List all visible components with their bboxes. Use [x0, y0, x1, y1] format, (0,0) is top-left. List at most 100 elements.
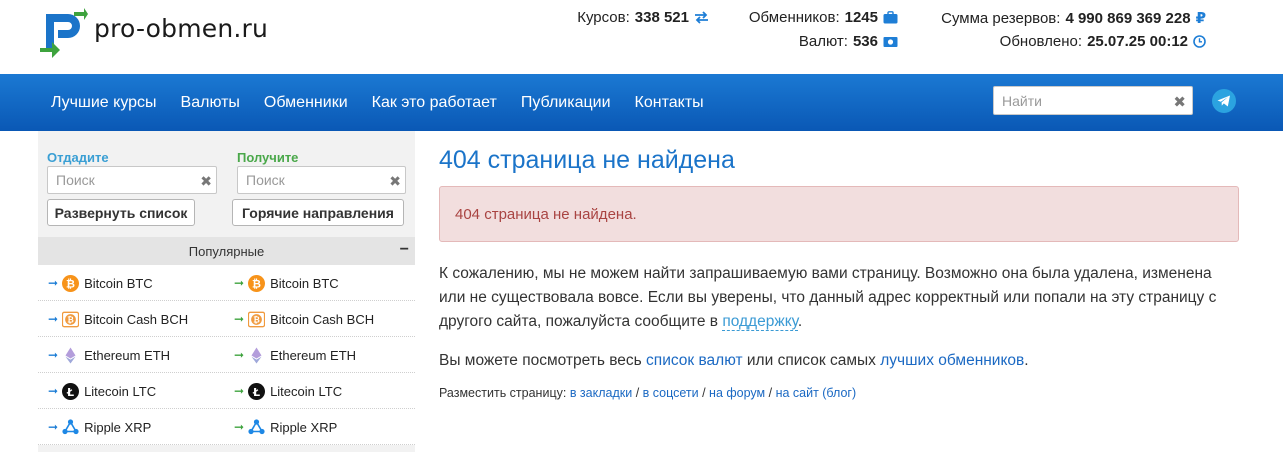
- description-text: К сожалению, мы не можем найти запрашива…: [439, 265, 1217, 330]
- suggestion-text: Вы можете посмотреть весь список валют и…: [439, 349, 1239, 373]
- site-search: ✖: [993, 86, 1193, 115]
- main-content: 404 страница не найдена 404 страница не …: [439, 131, 1239, 400]
- give-bitcoin-cash[interactable]: ➞ ₿ Bitcoin Cash BCH: [48, 301, 188, 337]
- arrow-right-icon: ➞: [48, 384, 59, 398]
- share-bookmarks-link[interactable]: в закладки: [570, 386, 632, 400]
- nav-exchangers[interactable]: Обменники: [264, 94, 348, 112]
- litecoin-icon: Ł: [62, 382, 80, 400]
- site-search-input[interactable]: [994, 92, 1164, 109]
- arrow-right-icon: ➞: [234, 420, 245, 434]
- currencies-stat: Валют: 536: [799, 33, 898, 50]
- reserves-value: 4 990 869 369 228: [1065, 9, 1191, 27]
- description-end: .: [797, 313, 803, 330]
- give-litecoin[interactable]: ➞ Ł Litecoin LTC: [48, 373, 156, 409]
- coin-name: Ethereum ETH: [84, 347, 171, 363]
- site-logo[interactable]: pro-obmen.ru: [38, 8, 268, 58]
- ethereum-icon: [62, 347, 79, 364]
- share-separator: /: [698, 386, 710, 400]
- updated-value: 25.07.25 00:12: [1087, 33, 1188, 50]
- collapse-icon[interactable]: −: [400, 241, 409, 259]
- exchange-sidebar: Отдадите Получите ✖ ✖ Развернуть список …: [38, 131, 415, 452]
- arrow-right-icon: ➞: [234, 348, 245, 362]
- arrow-right-icon: ➞: [234, 276, 245, 290]
- give-bitcoin[interactable]: ➞ ₿ Bitcoin BTC: [48, 265, 153, 301]
- give-search-input[interactable]: [48, 167, 188, 193]
- nav-how-it-works[interactable]: Как это работает: [372, 94, 497, 112]
- arrow-right-icon: ➞: [234, 384, 245, 398]
- svg-text:₿: ₿: [67, 315, 74, 324]
- suggestion-start: Вы можете посмотреть весь: [439, 352, 647, 369]
- nav-contacts[interactable]: Контакты: [635, 94, 704, 112]
- give-ripple[interactable]: ➞ Ripple XRP: [48, 409, 151, 445]
- reserves-stat: Сумма резервов: 4 990 869 369 228 ₽: [941, 9, 1206, 28]
- arrow-right-icon: ➞: [48, 312, 59, 326]
- svg-text:₿: ₿: [66, 277, 75, 290]
- banknote-icon: [883, 36, 898, 48]
- site-header: pro-obmen.ru Курсов: 338 521 Обменников:…: [0, 0, 1283, 74]
- get-search-input[interactable]: [238, 167, 378, 193]
- share-separator: /: [765, 386, 776, 400]
- clear-icon[interactable]: ✖: [389, 173, 401, 190]
- svg-text:₿: ₿: [252, 277, 261, 290]
- arrow-right-icon: ➞: [48, 420, 59, 434]
- error-description: К сожалению, мы не можем найти запрашива…: [439, 262, 1239, 334]
- logo-text: pro-obmen.ru: [94, 13, 269, 43]
- clear-icon[interactable]: ✖: [1173, 93, 1186, 111]
- share-label: Разместить страницу:: [439, 386, 570, 400]
- currency-list-link[interactable]: список валют: [646, 352, 743, 369]
- litecoin-icon: Ł: [248, 382, 266, 400]
- get-label: Получите: [237, 150, 299, 165]
- best-exchangers-link[interactable]: лучших обменников: [880, 352, 1024, 369]
- coin-name: Ripple XRP: [270, 419, 338, 435]
- share-bar: Разместить страницу: в закладки / в соцс…: [439, 386, 1239, 400]
- rates-label: Курсов:: [577, 9, 630, 26]
- coin-name: Bitcoin BTC: [270, 275, 339, 291]
- logo-icon: [40, 8, 88, 58]
- reserves-label: Сумма резервов:: [941, 9, 1061, 27]
- suggestion-mid: или список самых: [742, 352, 881, 369]
- support-link[interactable]: поддержку: [722, 313, 798, 331]
- hot-directions-button[interactable]: Горячие направления: [232, 199, 404, 226]
- currencies-value: 536: [852, 33, 878, 50]
- share-site-link[interactable]: на сайт (блог): [776, 386, 857, 400]
- nav-currencies[interactable]: Валюты: [181, 94, 240, 112]
- rates-stat: Курсов: 338 521: [577, 9, 709, 26]
- bitcoin-icon: ₿: [62, 274, 80, 292]
- coin-name: Ethereum ETH: [270, 347, 357, 363]
- page-title: 404 страница не найдена: [439, 146, 735, 174]
- give-ethereum[interactable]: ➞ Ethereum ETH: [48, 337, 170, 373]
- currencies-label: Валют:: [798, 33, 848, 50]
- coin-name: Litecoin LTC: [84, 383, 157, 399]
- list-item: ➞ Ethereum ETH ➞ Ethereum ETH: [38, 337, 415, 373]
- briefcase-icon: [883, 11, 898, 24]
- exchange-arrows-icon: [694, 11, 709, 24]
- get-bitcoin-cash[interactable]: ➞ ₿ Bitcoin Cash BCH: [234, 301, 374, 337]
- updated-stat: Обновлено: 25.07.25 00:12: [1000, 33, 1206, 50]
- list-item: ➞ Ripple XRP ➞ Ripple XRP: [38, 409, 415, 445]
- share-forum-link[interactable]: на форум: [709, 386, 765, 400]
- bitcoin-cash-icon: ₿: [248, 311, 266, 328]
- share-separator: /: [632, 386, 643, 400]
- get-litecoin[interactable]: ➞ Ł Litecoin LTC: [234, 373, 342, 409]
- get-search: ✖: [237, 166, 406, 194]
- get-ethereum[interactable]: ➞ Ethereum ETH: [234, 337, 356, 373]
- exchangers-label: Обменников:: [748, 9, 840, 26]
- exchangers-stat: Обменников: 1245: [749, 9, 898, 26]
- expand-list-button[interactable]: Развернуть список: [47, 199, 195, 226]
- popular-header[interactable]: Популярные −: [38, 237, 415, 265]
- get-bitcoin[interactable]: ➞ ₿ Bitcoin BTC: [234, 265, 339, 301]
- share-social-link[interactable]: в соцсети: [643, 386, 699, 400]
- nav-publications[interactable]: Публикации: [521, 94, 611, 112]
- list-item: ➞ ₿ Bitcoin Cash BCH ➞ ₿ Bitcoin Cash BC…: [38, 301, 415, 337]
- svg-text:Ł: Ł: [252, 385, 260, 398]
- get-ripple[interactable]: ➞ Ripple XRP: [234, 409, 337, 445]
- coin-name: Litecoin LTC: [270, 383, 343, 399]
- give-label: Отдадите: [47, 150, 109, 165]
- bitcoin-icon: ₿: [248, 274, 266, 292]
- clear-icon[interactable]: ✖: [200, 173, 212, 190]
- coin-name: Ripple XRP: [84, 419, 152, 435]
- coin-name: Bitcoin Cash BCH: [84, 311, 189, 327]
- telegram-icon[interactable]: [1212, 89, 1236, 113]
- nav-best-rates[interactable]: Лучшие курсы: [51, 94, 157, 112]
- svg-text:₿: ₿: [253, 315, 260, 324]
